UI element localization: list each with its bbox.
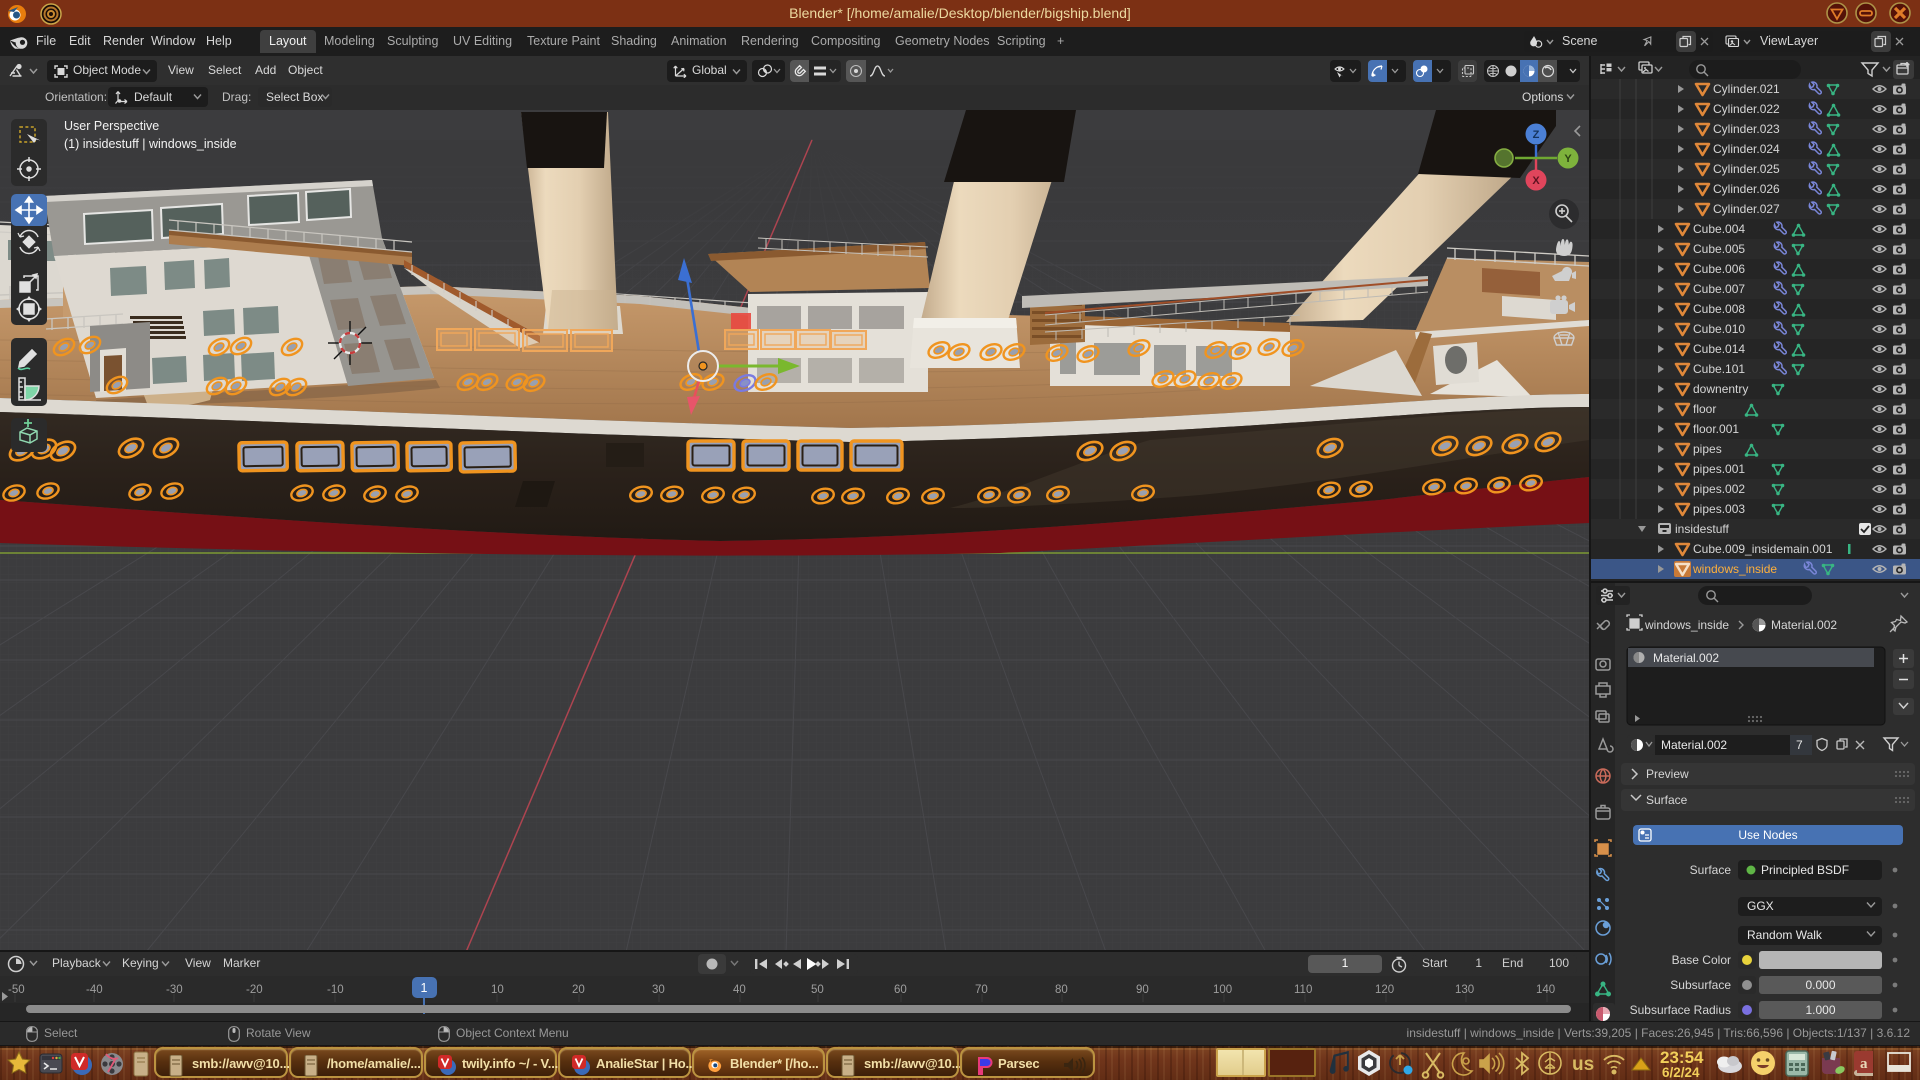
- svg-text:Cylinder.024: Cylinder.024: [1713, 142, 1780, 156]
- svg-text:6/2/24: 6/2/24: [1662, 1065, 1700, 1079]
- svg-text:Cylinder.027: Cylinder.027: [1713, 202, 1780, 216]
- svg-text:Y: Y: [1564, 153, 1572, 165]
- svg-text:1: 1: [421, 981, 428, 995]
- svg-text:Cube.101: Cube.101: [1693, 362, 1745, 376]
- svg-text:Cube.004: Cube.004: [1693, 222, 1745, 236]
- svg-text:windows_inside: windows_inside: [1692, 562, 1777, 576]
- svg-text:(1) insidestuff | windows_insi: (1) insidestuff | windows_inside: [64, 137, 237, 151]
- svg-text:Cylinder.025: Cylinder.025: [1713, 162, 1780, 176]
- svg-text:Cylinder.026: Cylinder.026: [1713, 182, 1780, 196]
- svg-text:pipes.003: pipes.003: [1693, 502, 1745, 516]
- svg-text:Cube.008: Cube.008: [1693, 302, 1745, 316]
- svg-text:pipes.002: pipes.002: [1693, 482, 1745, 496]
- svg-text:Cube.009_insidemain.001: Cube.009_insidemain.001: [1693, 542, 1833, 556]
- svg-text:X: X: [1532, 175, 1540, 187]
- svg-text:a: a: [1860, 1056, 1868, 1072]
- svg-text:Cylinder.022: Cylinder.022: [1713, 102, 1780, 116]
- svg-text:floor.001: floor.001: [1693, 422, 1739, 436]
- svg-text:insidestuff: insidestuff: [1675, 522, 1729, 536]
- svg-text:Cylinder.023: Cylinder.023: [1713, 122, 1780, 136]
- svg-text:Cube.005: Cube.005: [1693, 242, 1745, 256]
- svg-text:pipes: pipes: [1693, 442, 1722, 456]
- svg-text:floor: floor: [1693, 402, 1716, 416]
- svg-text:Cube.014: Cube.014: [1693, 342, 1745, 356]
- svg-text:downentry: downentry: [1693, 382, 1748, 396]
- svg-text:Cube.007: Cube.007: [1693, 282, 1745, 296]
- svg-text:Cube.006: Cube.006: [1693, 262, 1745, 276]
- svg-text:Cube.010: Cube.010: [1693, 322, 1745, 336]
- svg-text:User Perspective: User Perspective: [64, 119, 159, 133]
- svg-text:Cylinder.021: Cylinder.021: [1713, 82, 1780, 96]
- svg-text:us: us: [1572, 1054, 1594, 1075]
- svg-text:pipes.001: pipes.001: [1693, 462, 1745, 476]
- svg-text:Z: Z: [1533, 129, 1540, 141]
